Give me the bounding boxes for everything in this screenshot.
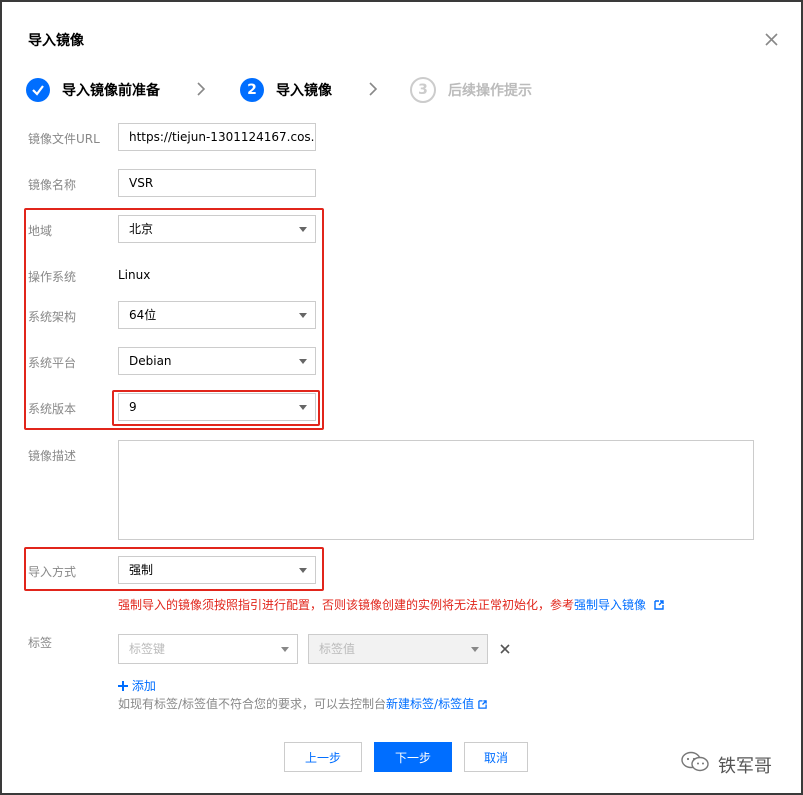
- import-mode-label: 导入方式: [28, 565, 77, 579]
- dialog-title: 导入镜像: [28, 33, 84, 49]
- caret-down-icon: [281, 647, 289, 652]
- watermark-text: 铁军哥: [718, 755, 772, 777]
- url-label: 镜像文件URL: [28, 132, 100, 146]
- import-mode-value: 强制: [129, 563, 154, 577]
- caret-down-icon: [299, 568, 307, 573]
- step-label: 导入镜像前准备: [62, 83, 160, 99]
- desc-textarea[interactable]: [118, 440, 754, 540]
- tags-label: 标签: [28, 636, 53, 650]
- import-image-dialog: 导入镜像 导入镜像前准备 2 导入镜像 3 后续操作提示 镜像文件URL htt…: [2, 2, 801, 793]
- tags-hint: 如现有标签/标签值不符合您的要求，可以去控制台新建标签/标签值: [118, 695, 487, 712]
- step-number: 3: [410, 77, 436, 103]
- name-label: 镜像名称: [28, 178, 77, 192]
- step-prepare: 导入镜像前准备: [26, 75, 160, 105]
- caret-down-icon: [471, 647, 479, 652]
- wechat-icon: [680, 750, 710, 779]
- tag-value-select[interactable]: 标签值: [308, 634, 488, 664]
- name-input[interactable]: VSR: [118, 169, 316, 197]
- remove-tag-icon[interactable]: [500, 643, 510, 657]
- url-input[interactable]: https://tiejun-1301124167.cos.ap: [118, 123, 316, 151]
- watermark: 铁军哥: [680, 750, 772, 779]
- step-label: 后续操作提示: [448, 83, 532, 99]
- step-number: 2: [240, 78, 264, 102]
- tag-value-placeholder: 标签值: [319, 642, 356, 656]
- plus-icon: [118, 680, 128, 694]
- check-icon: [26, 78, 50, 102]
- next-button[interactable]: 下一步: [374, 742, 452, 772]
- import-warning: 强制导入的镜像须按照指引进行配置，否则该镜像创建的实例将无法正常初始化，参考强制…: [118, 596, 664, 613]
- chevron-right-icon: [196, 82, 206, 99]
- step-label: 导入镜像: [276, 83, 332, 99]
- highlight-box: [112, 390, 320, 426]
- add-tag-button[interactable]: 添加: [118, 677, 156, 694]
- import-mode-select[interactable]: 强制: [118, 556, 316, 584]
- close-icon[interactable]: [762, 30, 782, 50]
- step-import: 2 导入镜像: [240, 75, 332, 105]
- desc-label: 镜像描述: [28, 449, 77, 463]
- step-followup: 3 后续操作提示: [410, 75, 532, 105]
- create-tag-link[interactable]: 新建标签/标签值: [386, 697, 474, 711]
- force-import-link[interactable]: 强制导入镜像: [574, 598, 646, 612]
- tags-hint-text: 如现有标签/标签值不符合您的要求，可以去控制台: [118, 697, 387, 711]
- tag-key-select[interactable]: 标签键: [118, 634, 298, 664]
- warning-text: 强制导入的镜像须按照指引进行配置，否则该镜像创建的实例将无法正常初始化，参考: [118, 598, 575, 612]
- chevron-right-icon: [368, 82, 378, 99]
- add-tag-label: 添加: [131, 679, 156, 693]
- cancel-button[interactable]: 取消: [464, 742, 528, 772]
- external-link-icon[interactable]: [478, 698, 487, 712]
- tag-key-placeholder: 标签键: [129, 642, 166, 656]
- prev-button[interactable]: 上一步: [284, 742, 362, 772]
- external-link-icon[interactable]: [654, 599, 664, 613]
